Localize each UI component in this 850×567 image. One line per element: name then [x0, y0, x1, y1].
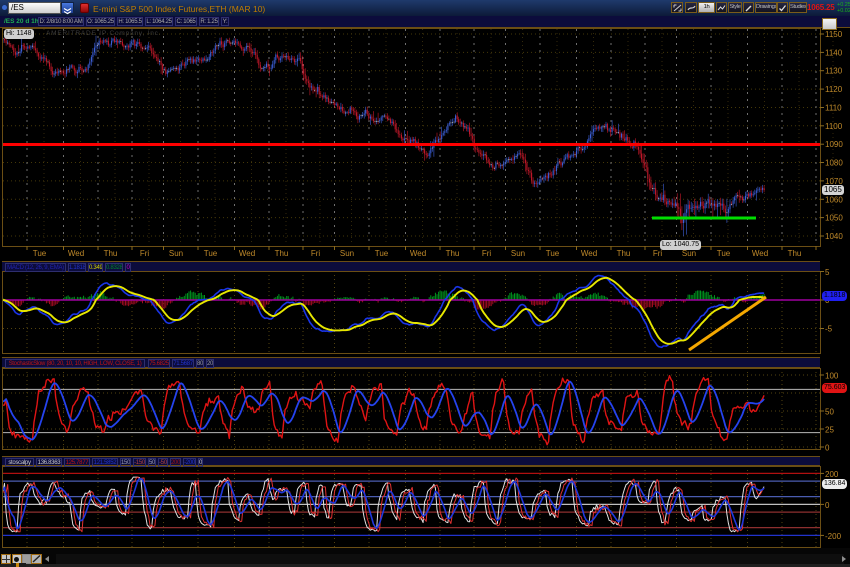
svg-text:Fri: Fri: [140, 249, 150, 258]
svg-text:Thu: Thu: [446, 249, 460, 258]
svg-text:Sun: Sun: [340, 249, 354, 258]
svg-text:25: 25: [825, 426, 834, 435]
svg-text:Wed: Wed: [752, 249, 768, 258]
svg-text:1100: 1100: [825, 122, 843, 131]
svg-text:Sun: Sun: [169, 249, 183, 258]
svg-text:1080: 1080: [825, 159, 843, 168]
svg-text:Fri: Fri: [482, 249, 492, 258]
svg-text:Thu: Thu: [275, 249, 289, 258]
svg-text:Fri: Fri: [653, 249, 663, 258]
svg-text:Thu: Thu: [788, 249, 802, 258]
svg-text:Wed: Wed: [239, 249, 255, 258]
svg-text:Tue: Tue: [546, 249, 560, 258]
svg-text:Wed: Wed: [410, 249, 426, 258]
svg-text:1040: 1040: [825, 232, 843, 241]
svg-text:200: 200: [825, 470, 839, 479]
svg-text:-5: -5: [825, 325, 833, 334]
svg-text:Tue: Tue: [204, 249, 218, 258]
svg-text:1060: 1060: [825, 195, 843, 204]
svg-text:1050: 1050: [825, 214, 843, 223]
svg-text:0: 0: [825, 444, 830, 453]
svg-text:0: 0: [825, 501, 830, 510]
svg-text:Fri: Fri: [311, 249, 321, 258]
svg-text:100: 100: [825, 372, 839, 381]
svg-text:5: 5: [825, 268, 830, 277]
svg-text:Tue: Tue: [33, 249, 47, 258]
svg-text:1110: 1110: [825, 104, 842, 113]
svg-text:Thu: Thu: [617, 249, 631, 258]
svg-text:Wed: Wed: [68, 249, 84, 258]
svg-text:Wed: Wed: [581, 249, 597, 258]
svg-text:50: 50: [825, 408, 834, 417]
svg-text:Tue: Tue: [375, 249, 389, 258]
svg-text:1130: 1130: [825, 67, 843, 76]
svg-text:Tue: Tue: [717, 249, 731, 258]
svg-text:Sun: Sun: [511, 249, 525, 258]
svg-text:1150: 1150: [825, 30, 843, 39]
svg-text:1090: 1090: [825, 140, 843, 149]
svg-text:-200: -200: [825, 532, 842, 541]
svg-text:Thu: Thu: [104, 249, 118, 258]
svg-text:Sun: Sun: [682, 249, 696, 258]
svg-text:1140: 1140: [825, 48, 843, 57]
svg-text:1120: 1120: [825, 85, 843, 94]
